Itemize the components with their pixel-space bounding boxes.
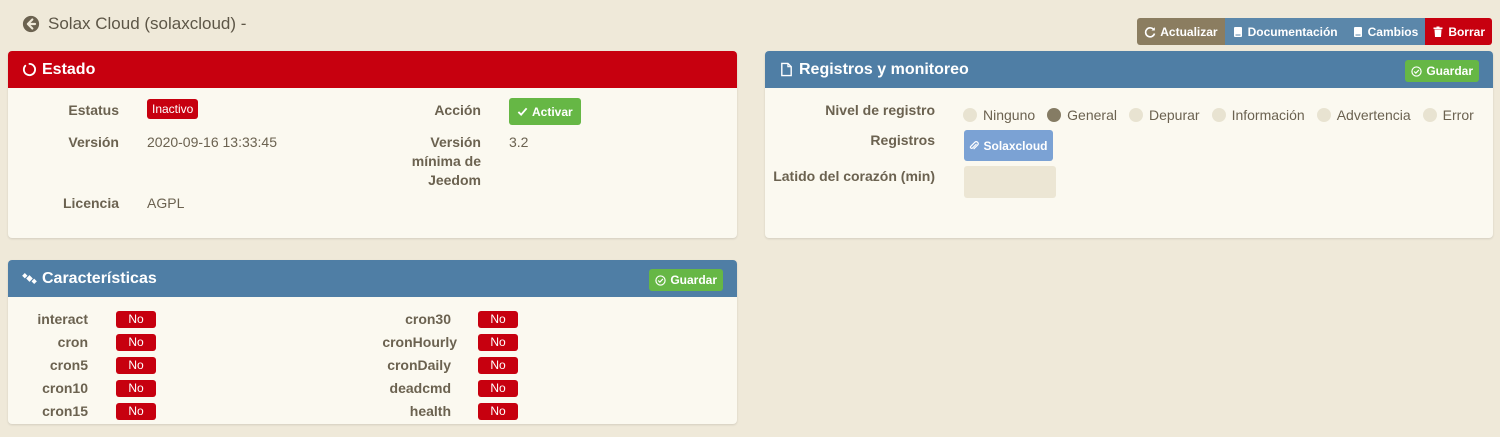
changelog-button-label: Cambios	[1367, 24, 1419, 39]
check-circle-icon	[1411, 65, 1422, 77]
log-file-button[interactable]: Solaxcloud	[964, 130, 1053, 161]
feature-name: cronDaily	[387, 357, 451, 373]
log-level-option[interactable]: Error	[1422, 107, 1474, 123]
log-level-option[interactable]: Ninguno	[963, 107, 1035, 123]
feature-status-badge: No	[116, 357, 156, 374]
feature-status-badge: No	[478, 357, 518, 374]
status-badge: Inactivo	[147, 99, 199, 119]
spinner-icon	[22, 62, 36, 77]
documentation-button-label: Documentación	[1247, 24, 1338, 39]
feature-name: deadcmd	[389, 380, 451, 396]
status-panel-header: Estado	[8, 51, 737, 88]
feature-name: cron	[57, 334, 88, 350]
log-level-option[interactable]: General	[1047, 107, 1117, 123]
page-title-bar: Solax Cloud (solaxcloud) -	[22, 14, 246, 34]
log-level-option[interactable]: Información	[1211, 107, 1305, 123]
satellite-icon	[22, 273, 37, 284]
paperclip-icon	[970, 140, 980, 150]
feature-status-badge: No	[478, 403, 518, 420]
back-arrow-icon[interactable]	[22, 15, 40, 33]
plugin-toolbar: Actualizar Documentación Cambios Borrar	[1137, 18, 1492, 45]
logs-label: Registros	[870, 132, 935, 148]
log-level-option-label: Ninguno	[983, 107, 1036, 123]
changelog-button[interactable]: Cambios	[1344, 18, 1426, 45]
heartbeat-label: Latido del corazón (min)	[773, 168, 935, 184]
book-icon	[1233, 26, 1242, 37]
radio-button[interactable]	[1211, 108, 1226, 122]
feature-status-badge: No	[478, 334, 518, 351]
feature-name: cron5	[49, 357, 88, 373]
radio-button-selected[interactable]	[1047, 108, 1062, 122]
feature-status-badge: No	[116, 334, 156, 351]
logs-panel-header: Registros y monitoreo Guardar	[765, 51, 1493, 88]
license-value: AGPL	[147, 195, 185, 211]
log-file-button-label: Solaxcloud	[983, 138, 1048, 153]
log-level-option-label: Error	[1442, 107, 1474, 123]
feature-name: health	[409, 403, 451, 419]
feature-status-badge: No	[116, 403, 156, 420]
delete-button-label: Borrar	[1448, 24, 1485, 39]
activate-button-label: Activar	[532, 104, 573, 119]
action-label: Acción	[434, 102, 481, 118]
feature-name: cron10	[42, 380, 88, 396]
license-label: Licencia	[62, 195, 119, 211]
min-version-label-line3: Jeedom	[428, 172, 481, 188]
feature-status-badge: No	[478, 380, 518, 397]
feature-status-badge: No	[478, 311, 518, 328]
features-panel-header: Características Guardar	[8, 260, 737, 297]
feature-name: cron30	[405, 311, 451, 327]
refresh-icon	[1145, 26, 1156, 38]
features-save-button[interactable]: Guardar	[649, 269, 723, 291]
delete-button[interactable]: Borrar	[1425, 18, 1492, 45]
radio-button[interactable]	[1128, 108, 1143, 122]
log-level-option[interactable]: Advertencia	[1316, 107, 1411, 123]
logs-panel-title: Registros y monitoreo	[799, 60, 969, 78]
radio-button[interactable]	[1422, 108, 1437, 122]
version-value: 2020-09-16 13:33:45	[147, 134, 277, 150]
log-level-radio-group: Ninguno General Depurar Información Adve…	[963, 107, 1486, 123]
radio-button[interactable]	[1316, 108, 1331, 122]
refresh-button[interactable]: Actualizar	[1137, 18, 1225, 45]
log-level-option-label: Depurar	[1148, 107, 1200, 123]
trash-icon	[1433, 26, 1443, 37]
feature-status-badge: No	[116, 380, 156, 397]
page-title: Solax Cloud (solaxcloud) -	[48, 14, 247, 33]
activate-button[interactable]: Activar	[509, 98, 581, 125]
version-label: Versión	[68, 134, 119, 150]
features-panel-title: Características	[42, 269, 157, 287]
check-circle-icon	[655, 274, 666, 286]
log-level-label: Nivel de registro	[825, 102, 935, 118]
logs-save-label: Guardar	[1426, 64, 1473, 78]
min-version-label-line1: Versión	[430, 134, 481, 150]
feature-status-badge: No	[116, 311, 156, 328]
log-level-option-label: Información	[1231, 107, 1305, 123]
features-save-label: Guardar	[670, 273, 717, 287]
feature-name: cronHourly	[382, 334, 457, 350]
check-icon	[517, 107, 528, 117]
log-level-option-label: General	[1067, 107, 1117, 123]
status-label: Estatus	[68, 102, 119, 118]
feature-name: interact	[37, 311, 88, 327]
refresh-button-label: Actualizar	[1160, 24, 1218, 39]
feature-name: cron15	[42, 403, 88, 419]
documentation-button[interactable]: Documentación	[1224, 18, 1345, 45]
log-level-option-label: Advertencia	[1336, 107, 1411, 123]
log-level-option[interactable]: Depurar	[1128, 107, 1200, 123]
min-version-label-line2: mínima de	[411, 153, 481, 169]
radio-button[interactable]	[963, 108, 977, 122]
logs-save-button[interactable]: Guardar	[1405, 60, 1479, 82]
status-panel-title: Estado	[42, 60, 96, 78]
min-version-value: 3.2	[509, 134, 529, 150]
heartbeat-input[interactable]	[964, 166, 1056, 198]
file-icon	[781, 62, 792, 77]
book-icon	[1353, 26, 1362, 37]
